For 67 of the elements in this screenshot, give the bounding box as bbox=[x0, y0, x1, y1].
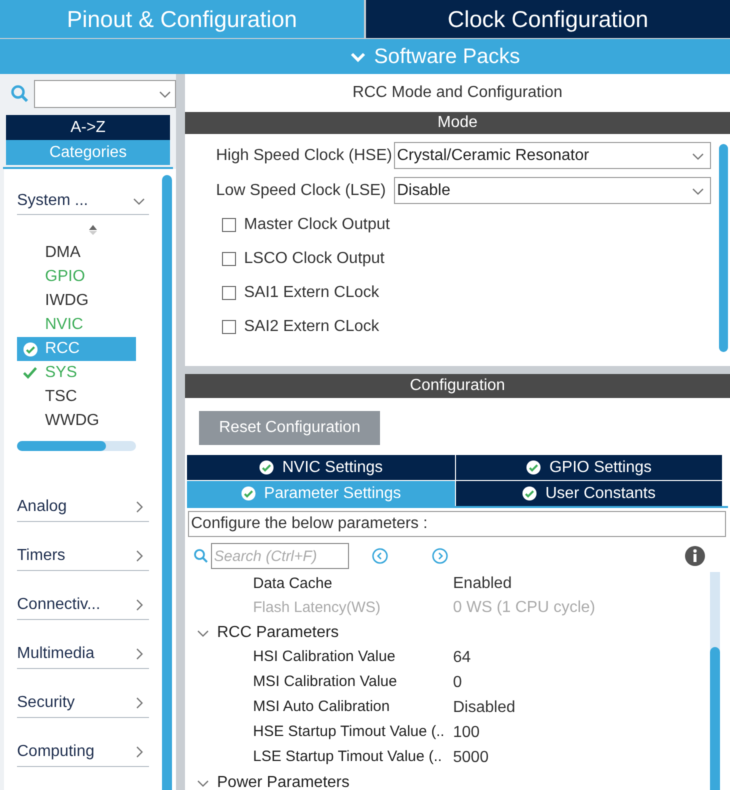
parameter-value[interactable]: 0 bbox=[453, 670, 462, 694]
peripheral-item[interactable]: WWDG bbox=[17, 409, 136, 433]
software-packs-label: Software Packs bbox=[374, 44, 520, 70]
check-circle-icon bbox=[241, 486, 256, 501]
top-tab[interactable]: Clock Configuration bbox=[366, 0, 730, 38]
panel-title: RCC Mode and Configuration bbox=[352, 83, 564, 103]
peripheral-item[interactable]: IWDG bbox=[17, 289, 136, 313]
checkbox-label: SAI1 Extern CLock bbox=[244, 283, 380, 303]
parameter-value[interactable]: 100 bbox=[453, 720, 480, 744]
dropdown-select[interactable]: Disable bbox=[394, 177, 711, 204]
parameter-name: MSI Calibration Value bbox=[253, 672, 398, 692]
parameter-name: MSI Auto Calibration bbox=[253, 697, 391, 718]
checkbox-label: LSCO Clock Output bbox=[244, 249, 384, 269]
tree-group-label[interactable]: RCC Parameters bbox=[217, 620, 339, 644]
category-label[interactable]: System ... bbox=[17, 188, 88, 212]
section-header: Configuration bbox=[185, 374, 730, 398]
field-label: High Speed Clock (HSE) bbox=[216, 146, 394, 166]
field-label: Low Speed Clock (LSE) bbox=[216, 180, 387, 200]
settings-tab[interactable]: User Constants bbox=[456, 481, 722, 506]
vertical-scrollbar[interactable] bbox=[162, 175, 172, 790]
search-field[interactable] bbox=[34, 80, 176, 108]
section-header: Mode bbox=[185, 112, 730, 134]
parameter-name: Data Cache bbox=[253, 574, 334, 594]
peripheral-item[interactable]: DMA bbox=[17, 241, 136, 265]
vertical-scrollbar[interactable] bbox=[719, 144, 728, 352]
parameter-value[interactable]: Disabled bbox=[453, 696, 516, 720]
sort-arrows-icon bbox=[88, 224, 98, 236]
chevron-down-icon bbox=[350, 50, 366, 62]
category-label[interactable]: Connectiv... bbox=[17, 593, 100, 617]
previous-icon[interactable] bbox=[371, 547, 389, 565]
search-icon bbox=[193, 548, 209, 564]
check-circle-icon bbox=[22, 342, 38, 356]
parameter-value[interactable]: 5000 bbox=[453, 746, 489, 770]
next-icon[interactable] bbox=[431, 547, 449, 565]
peripheral-item[interactable]: TSC bbox=[17, 385, 136, 409]
category-label[interactable]: Multimedia bbox=[17, 642, 94, 666]
settings-tab[interactable]: NVIC Settings bbox=[187, 455, 455, 480]
checkbox[interactable] bbox=[222, 286, 236, 300]
category-label[interactable]: Analog bbox=[17, 495, 67, 519]
horizontal-scrollbar[interactable] bbox=[17, 441, 136, 451]
vertical-scrollbar[interactable] bbox=[710, 572, 720, 790]
parameter-value[interactable]: Enabled bbox=[453, 572, 512, 596]
checkmark-icon bbox=[23, 367, 37, 379]
parameter-value[interactable]: 64 bbox=[453, 646, 471, 670]
category-label[interactable]: Timers bbox=[17, 544, 66, 568]
check-circle-icon bbox=[522, 486, 538, 501]
parameter-name: HSE Startup Timout Value (.. bbox=[253, 722, 446, 742]
checkbox[interactable] bbox=[222, 252, 236, 266]
check-circle-icon bbox=[526, 460, 542, 475]
checkbox[interactable] bbox=[222, 320, 236, 334]
parameter-name: LSE Startup Timout Value (.. bbox=[253, 747, 443, 768]
checkbox[interactable] bbox=[222, 218, 236, 232]
hint-bar: Configure the below parameters : bbox=[188, 511, 726, 537]
parameter-name: HSI Calibration Value bbox=[253, 647, 396, 668]
checkbox-label: Master Clock Output bbox=[244, 215, 390, 235]
category-label[interactable]: Computing bbox=[17, 740, 94, 764]
sort-tab[interactable]: A->Z bbox=[6, 115, 170, 140]
settings-tab[interactable]: GPIO Settings bbox=[456, 455, 722, 480]
tree-group-label[interactable]: Power Parameters bbox=[217, 770, 350, 790]
search-field[interactable]: Search (Ctrl+F) bbox=[211, 543, 349, 569]
parameter-name: Flash Latency(WS) bbox=[253, 598, 382, 618]
check-circle-icon bbox=[259, 460, 274, 475]
search-icon bbox=[10, 84, 30, 104]
category-label[interactable]: Security bbox=[17, 691, 75, 715]
info-icon[interactable] bbox=[684, 545, 706, 567]
dropdown-select[interactable]: Crystal/Ceramic Resonator bbox=[394, 142, 711, 169]
checkbox-label: SAI2 Extern CLock bbox=[244, 317, 380, 337]
